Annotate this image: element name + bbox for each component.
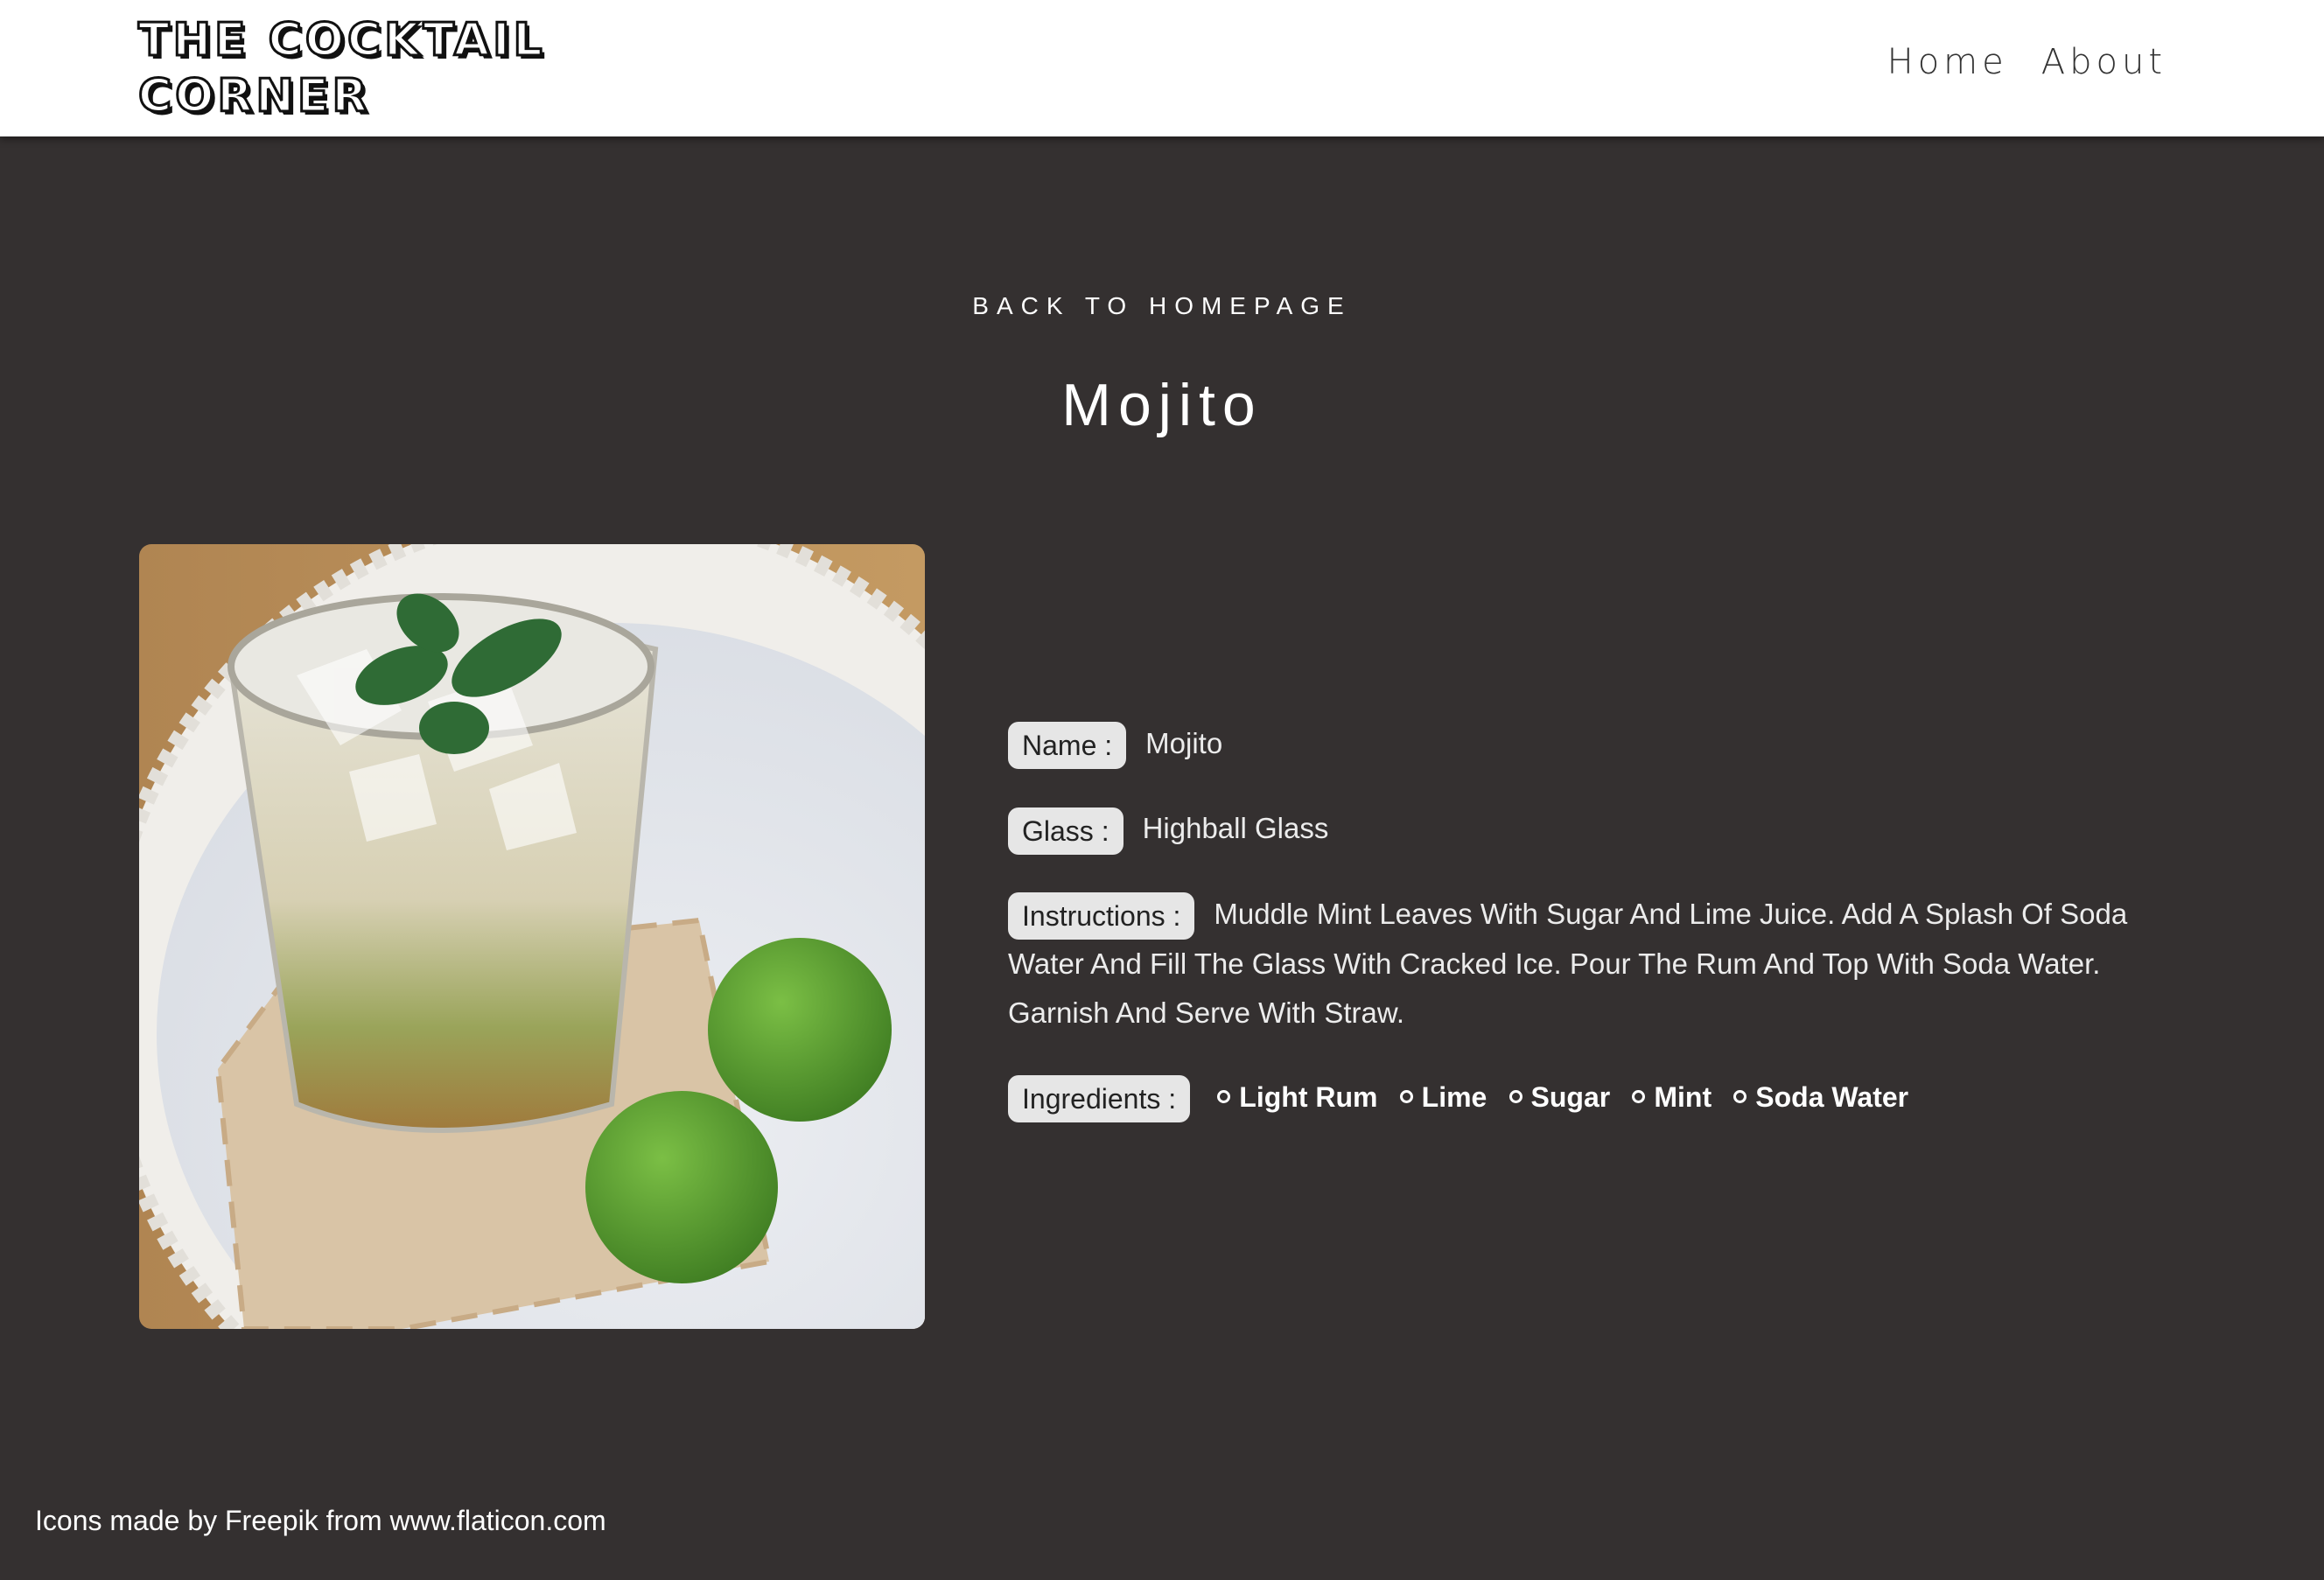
circle-bullet-icon bbox=[1399, 1089, 1413, 1103]
circle-bullet-icon bbox=[1508, 1089, 1522, 1103]
ingredient-item: Mint bbox=[1632, 1073, 1712, 1122]
ingredient-label: Soda Water bbox=[1755, 1080, 1909, 1113]
ingredient-item: Light Rum bbox=[1217, 1073, 1377, 1122]
ingredient-item: Lime bbox=[1399, 1073, 1488, 1122]
ingredient-label: Lime bbox=[1421, 1080, 1488, 1113]
cocktail-photo bbox=[139, 544, 925, 1329]
instructions-label: Instructions : bbox=[1008, 891, 1195, 940]
circle-bullet-icon bbox=[1632, 1089, 1646, 1103]
circle-bullet-icon bbox=[1217, 1089, 1231, 1103]
circle-bullet-icon bbox=[1733, 1089, 1747, 1103]
back-to-homepage-link[interactable]: Back to homepage bbox=[0, 292, 2324, 320]
ingredient-item: Sugar bbox=[1508, 1073, 1611, 1122]
name-value: Mojito bbox=[1145, 727, 1223, 759]
main-nav: Home About bbox=[1887, 42, 2166, 82]
name-label: Name : bbox=[1008, 722, 1127, 770]
page-title: Mojito bbox=[1061, 372, 1263, 438]
site-logo[interactable]: The Cocktail Corner bbox=[137, 12, 593, 124]
glass-value: Highball Glass bbox=[1142, 812, 1329, 845]
detail-row-name: Name : Mojito bbox=[1008, 719, 2180, 770]
ingredient-label: Mint bbox=[1654, 1080, 1712, 1113]
detail-row-instructions: Instructions : Muddle Mint Leaves With Su… bbox=[1008, 890, 2180, 1038]
cocktail-details: Name : Mojito Glass : Highball Glass Instr… bbox=[1008, 719, 2180, 1157]
ingredients-list: Light Rum Lime Sugar Mint Soda Water bbox=[1209, 1080, 1922, 1113]
detail-row-glass: Glass : Highball Glass bbox=[1008, 804, 2180, 855]
nav-link-about[interactable]: About bbox=[2041, 42, 2166, 82]
ingredients-label: Ingredients : bbox=[1008, 1075, 1191, 1123]
detail-row-ingredients: Ingredients : Light Rum Lime Sugar Mint … bbox=[1008, 1073, 2180, 1123]
site-header: The Cocktail Corner Home About bbox=[0, 0, 2324, 136]
ingredient-label: Sugar bbox=[1530, 1080, 1611, 1113]
ingredient-item: Soda Water bbox=[1733, 1073, 1908, 1122]
ingredient-label: Light Rum bbox=[1239, 1080, 1378, 1113]
nav-link-home[interactable]: Home bbox=[1887, 42, 2008, 82]
footer-credit: Icons made by Freepik from www.flaticon.… bbox=[35, 1505, 606, 1536]
glass-label: Glass : bbox=[1008, 807, 1124, 855]
